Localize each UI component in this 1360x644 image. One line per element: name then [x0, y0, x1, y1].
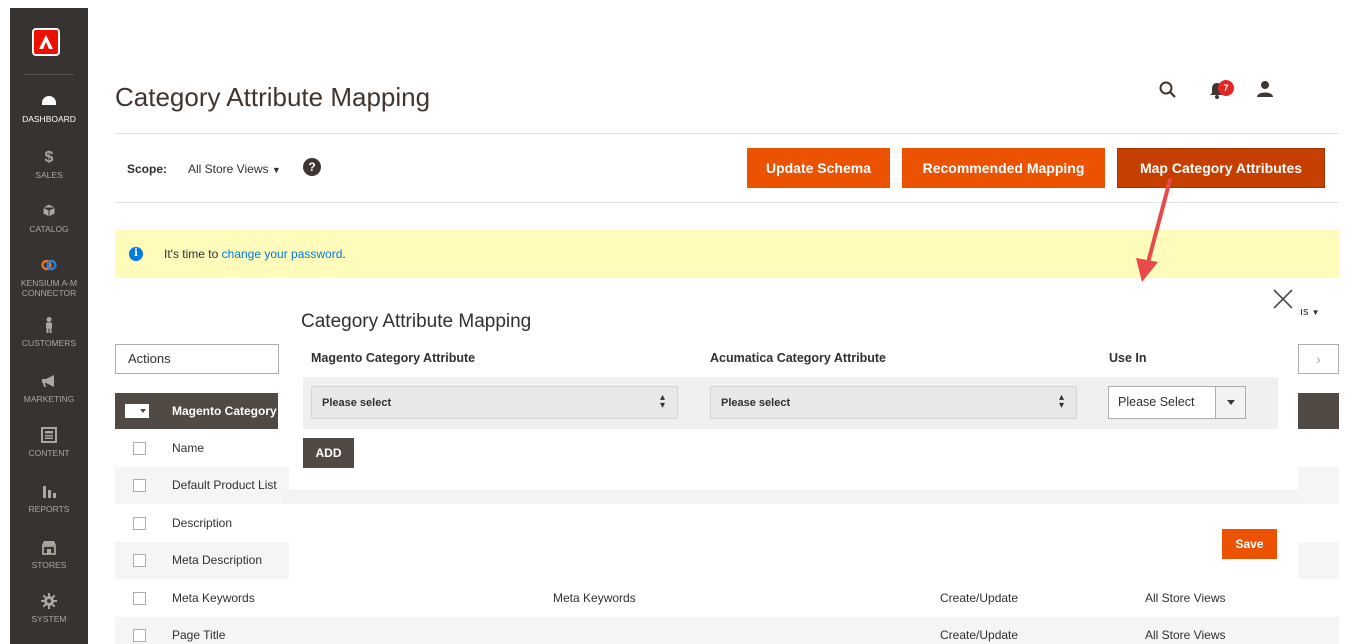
update-schema-button[interactable]: Update Schema	[747, 148, 890, 188]
caret-down-icon: ▼	[1311, 308, 1320, 317]
table-row: Meta Keywords Meta Keywords Create/Updat…	[115, 580, 1339, 617]
row-checkbox[interactable]	[133, 592, 146, 605]
cell-acumatica-attribute: Meta Keywords	[553, 591, 636, 605]
sidebar-item-catalog[interactable]: CATALOG	[10, 202, 88, 234]
caret-down-icon: ▼	[271, 165, 281, 175]
sidebar-item-label: REPORTS	[28, 504, 70, 514]
cell-magento-attribute: Description	[172, 516, 233, 530]
page-title: Category Attribute Mapping	[115, 82, 431, 112]
help-icon[interactable]: ?	[303, 158, 321, 176]
dashboard-icon	[10, 92, 88, 112]
sidebar-item-label: CATALOG	[29, 224, 69, 234]
sidebar-item-label: CUSTOMERS	[21, 338, 77, 348]
cell-use-in: Create/Update	[940, 628, 1019, 642]
user-icon[interactable]	[1256, 80, 1274, 105]
cell-store-view: All Store Views	[1145, 628, 1226, 642]
sidebar-item-dashboard[interactable]: DASHBOARD	[10, 92, 88, 124]
recommended-mapping-button[interactable]: Recommended Mapping	[902, 148, 1105, 188]
notification-count-badge: 7	[1218, 80, 1234, 96]
mass-select-checkbox[interactable]	[125, 404, 149, 418]
sidebar-item-label: CONTENT	[28, 448, 70, 458]
close-icon[interactable]	[1272, 288, 1294, 310]
grid-header-end	[1298, 393, 1339, 429]
actions-dropdown[interactable]: Actions	[115, 344, 279, 374]
gear-icon	[10, 592, 88, 612]
cell-magento-attribute: Meta Description	[172, 553, 263, 567]
chevron-down-icon	[1215, 387, 1245, 418]
row-checkbox[interactable]	[133, 554, 146, 567]
scope-label: Scope:	[127, 162, 168, 176]
cell-use-in: Create/Update	[940, 591, 1019, 605]
sidebar-item-customers[interactable]: CUSTOMERS	[10, 316, 88, 348]
notice-text: It's time to change your password.	[164, 247, 346, 261]
column-header-use-in: Use In	[1109, 351, 1147, 365]
sidebar-item-label: STORES	[31, 560, 67, 570]
sidebar-item-kensium-connector[interactable]: KENSIUM A-M CONNECTOR	[10, 256, 88, 298]
magento-attribute-select[interactable]: Please select ▴ ▾	[311, 386, 678, 419]
page: DASHBOARD $ SALES CATALOG KENSIUM A-M CON…	[0, 0, 1360, 644]
select-arrows-icon: ▴ ▾	[659, 392, 665, 411]
change-password-link[interactable]: change your password	[222, 247, 343, 261]
sidebar-item-label: KENSIUM A-M CONNECTOR	[20, 278, 78, 298]
cell-magento-attribute: Default Product List	[172, 478, 277, 492]
horizontal-scrollbar[interactable]	[282, 490, 1298, 504]
sidebar-item-stores[interactable]: STORES	[10, 538, 88, 570]
sidebar-item-content[interactable]: CONTENT	[10, 426, 88, 458]
dollar-icon: $	[44, 149, 54, 166]
table-row: Page Title Create/Update All Store Views	[115, 617, 1339, 644]
cell-store-view: All Store Views	[1145, 591, 1226, 605]
row-checkbox[interactable]	[133, 629, 146, 642]
save-button[interactable]: Save	[1222, 529, 1277, 559]
sidebar-item-label: DASHBOARD	[22, 114, 76, 124]
column-header-magento-attribute: Magento Category Attribute	[311, 351, 476, 365]
connector-icon	[10, 256, 88, 276]
search-icon[interactable]	[1158, 80, 1178, 105]
grid-header: Magento Category	[115, 393, 278, 429]
cell-magento-attribute: Meta Keywords	[172, 591, 255, 605]
row-checkbox[interactable]	[133, 517, 146, 530]
sidebar-item-system[interactable]: SYSTEM	[10, 592, 88, 624]
sidebar-item-label: MARKETING	[23, 394, 75, 404]
cell-magento-attribute: Page Title	[172, 628, 226, 642]
next-page-button[interactable]: ›	[1298, 344, 1339, 374]
column-header-magento-category[interactable]: Magento Category	[172, 404, 277, 418]
row-checkbox[interactable]	[133, 479, 146, 492]
sidebar-item-label: SALES	[35, 170, 63, 180]
add-button[interactable]: ADD	[303, 438, 354, 468]
select-arrows-icon: ▴ ▾	[1058, 392, 1064, 411]
bar-chart-icon	[10, 482, 88, 502]
annotation-arrow-icon	[1136, 178, 1172, 282]
adobe-logo-icon[interactable]	[32, 28, 60, 56]
sidebar-item-sales[interactable]: $ SALES	[10, 148, 88, 180]
cell-magento-attribute: Name	[172, 441, 205, 455]
acumatica-attribute-select[interactable]: Please select ▴ ▾	[710, 386, 1077, 419]
row-checkbox[interactable]	[133, 442, 146, 455]
info-icon: i	[129, 247, 143, 261]
content-icon	[10, 426, 88, 446]
use-in-select[interactable]: Please Select	[1108, 386, 1246, 419]
columns-control[interactable]: ıs ▼	[1300, 306, 1320, 318]
sidebar-item-reports[interactable]: REPORTS	[10, 482, 88, 514]
header-divider	[115, 133, 1339, 134]
scope-switcher[interactable]: All Store Views ▼	[188, 162, 281, 176]
column-header-acumatica-attribute: Acumatica Category Attribute	[710, 351, 886, 365]
cube-icon	[10, 202, 88, 222]
admin-sidebar: DASHBOARD $ SALES CATALOG KENSIUM A-M CON…	[10, 8, 88, 644]
modal-title: Category Attribute Mapping	[301, 311, 532, 332]
sidebar-item-marketing[interactable]: MARKETING	[10, 372, 88, 404]
store-icon	[10, 538, 88, 558]
megaphone-icon	[10, 372, 88, 392]
sidebar-item-label: SYSTEM	[31, 614, 67, 624]
sidebar-divider	[24, 74, 74, 75]
person-icon	[10, 316, 88, 336]
